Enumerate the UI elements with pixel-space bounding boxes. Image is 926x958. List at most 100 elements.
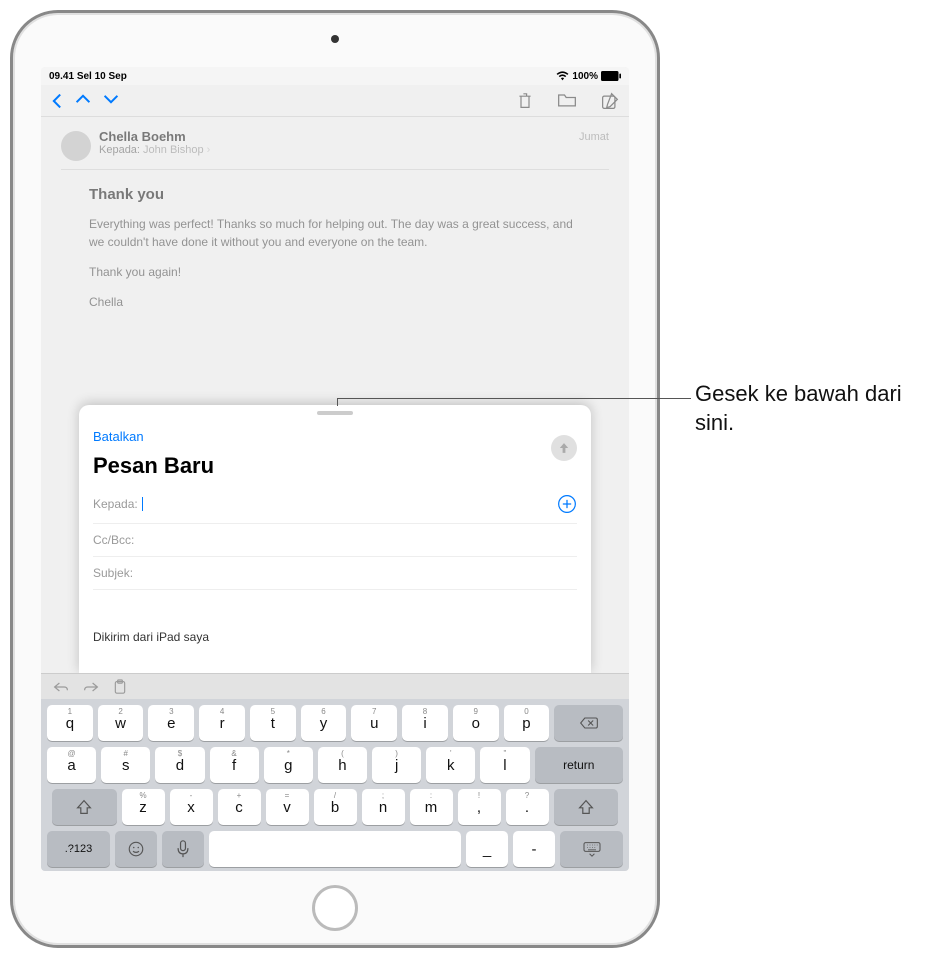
key-j[interactable]: )j [372, 747, 421, 783]
grabber-handle[interactable] [317, 411, 353, 415]
wifi-icon [556, 71, 569, 81]
shift-key-right[interactable] [554, 789, 619, 825]
callout-line [337, 398, 691, 399]
keyboard-hide-icon [582, 841, 602, 857]
body-p1: Everything was perfect! Thanks so much f… [89, 215, 581, 251]
add-contact-button[interactable] [557, 494, 577, 514]
text-cursor [142, 497, 143, 511]
redo-icon[interactable] [83, 680, 99, 694]
keyboard-toolbar [41, 673, 629, 699]
key-i[interactable]: 8i [402, 705, 448, 741]
mic-icon [176, 840, 190, 858]
dictation-key[interactable] [162, 831, 204, 867]
message-date: Jumat [579, 131, 609, 143]
status-bar: 09.41 Sel 10 Sep 100% [41, 67, 629, 85]
kepada-label: Kepada: [99, 144, 140, 156]
key-x[interactable]: -x [170, 789, 213, 825]
message-subject: Thank you [89, 186, 581, 203]
compose-title: Pesan Baru [93, 453, 577, 479]
space-key[interactable] [209, 831, 461, 867]
subject-field[interactable]: Subjek: [93, 557, 577, 590]
key-v[interactable]: =v [266, 789, 309, 825]
arrow-up-icon [557, 441, 571, 455]
keyboard: 1q2w3e4r5t6y7u8i9o0p @a#s$d&f*g(h)j'k"lr… [41, 699, 629, 871]
key-c[interactable]: +c [218, 789, 261, 825]
key-f[interactable]: &f [210, 747, 259, 783]
trash-icon[interactable] [517, 92, 533, 110]
key-s[interactable]: #s [101, 747, 150, 783]
recipient-line: Kepada: John Bishop › [99, 144, 571, 156]
backspace-key[interactable] [554, 705, 623, 741]
key-y[interactable]: 6y [301, 705, 347, 741]
status-left: 09.41 Sel 10 Sep [49, 71, 127, 82]
recipient-name: John Bishop [143, 144, 204, 156]
message-body: Everything was perfect! Thanks so much f… [89, 215, 581, 311]
chevron-up-icon[interactable] [75, 93, 91, 105]
key-a[interactable]: @a [47, 747, 96, 783]
key-,[interactable]: !, [458, 789, 501, 825]
message-header: Chella Boehm Kepada: John Bishop › Jumat [61, 129, 609, 170]
compose-body[interactable]: Dikirim dari iPad saya [93, 590, 577, 644]
home-button[interactable] [312, 885, 358, 931]
ipad-frame: 09.41 Sel 10 Sep 100% [10, 10, 660, 948]
key-n[interactable]: ;n [362, 789, 405, 825]
key-t[interactable]: 5t [250, 705, 296, 741]
underscore-key[interactable]: _ [466, 831, 508, 867]
key-u[interactable]: 7u [351, 705, 397, 741]
plus-circle-icon [557, 494, 577, 514]
toolbar-left [51, 93, 119, 109]
mail-toolbar [41, 85, 629, 117]
kb-row-4: .?123 _ - [47, 831, 623, 867]
key-b[interactable]: /b [314, 789, 357, 825]
key-z[interactable]: %z [122, 789, 165, 825]
screen: 09.41 Sel 10 Sep 100% [41, 67, 629, 871]
body-p3: Chella [89, 293, 581, 311]
cancel-button[interactable]: Batalkan [93, 429, 144, 444]
key-w[interactable]: 2w [98, 705, 144, 741]
callout-text: Gesek ke bawah dari sini. [695, 380, 915, 437]
numbers-key[interactable]: .?123 [47, 831, 110, 867]
shift-key-left[interactable] [52, 789, 117, 825]
compose-top: Batalkan [93, 421, 577, 451]
clipboard-icon[interactable] [113, 679, 127, 695]
key-o[interactable]: 9o [453, 705, 499, 741]
subject-label: Subjek: [93, 566, 133, 580]
kb-row-3: %z-x+c=v/b;n:m!,?. [47, 789, 623, 825]
to-field[interactable]: Kepada: [93, 485, 577, 524]
chevron-down-icon[interactable] [103, 93, 119, 105]
disclosure-icon: › [207, 144, 211, 156]
key-q[interactable]: 1q [47, 705, 93, 741]
status-date: Sel 10 Sep [77, 71, 127, 82]
avatar [61, 131, 91, 161]
key-e[interactable]: 3e [148, 705, 194, 741]
folder-icon[interactable] [557, 92, 577, 108]
shift-icon [578, 799, 594, 815]
shift-icon [76, 799, 92, 815]
key-p[interactable]: 0p [504, 705, 550, 741]
battery-percent: 100% [572, 71, 598, 82]
key-m[interactable]: :m [410, 789, 453, 825]
send-button[interactable] [551, 435, 577, 461]
key-k[interactable]: 'k [426, 747, 475, 783]
emoji-key[interactable] [115, 831, 157, 867]
compose-sheet: Batalkan Pesan Baru Kepada: Cc/Bcc: Subj… [79, 405, 591, 673]
cc-field[interactable]: Cc/Bcc: [93, 524, 577, 557]
hide-keyboard-key[interactable] [560, 831, 623, 867]
compose-icon[interactable] [601, 92, 619, 110]
sender-block: Chella Boehm Kepada: John Bishop › [99, 129, 571, 156]
key-h[interactable]: (h [318, 747, 367, 783]
background-message: Chella Boehm Kepada: John Bishop › Jumat… [41, 117, 629, 335]
key-g[interactable]: *g [264, 747, 313, 783]
hyphen-key[interactable]: - [513, 831, 555, 867]
undo-icon[interactable] [53, 680, 69, 694]
status-right: 100% [556, 71, 621, 82]
kb-row-1: 1q2w3e4r5t6y7u8i9o0p [47, 705, 623, 741]
status-time: 09.41 [49, 71, 74, 82]
kb-row-2: @a#s$d&f*g(h)j'k"lreturn [47, 747, 623, 783]
key-.[interactable]: ?. [506, 789, 549, 825]
return-key[interactable]: return [535, 747, 624, 783]
key-l[interactable]: "l [480, 747, 529, 783]
key-r[interactable]: 4r [199, 705, 245, 741]
back-icon[interactable] [51, 93, 63, 109]
key-d[interactable]: $d [155, 747, 204, 783]
